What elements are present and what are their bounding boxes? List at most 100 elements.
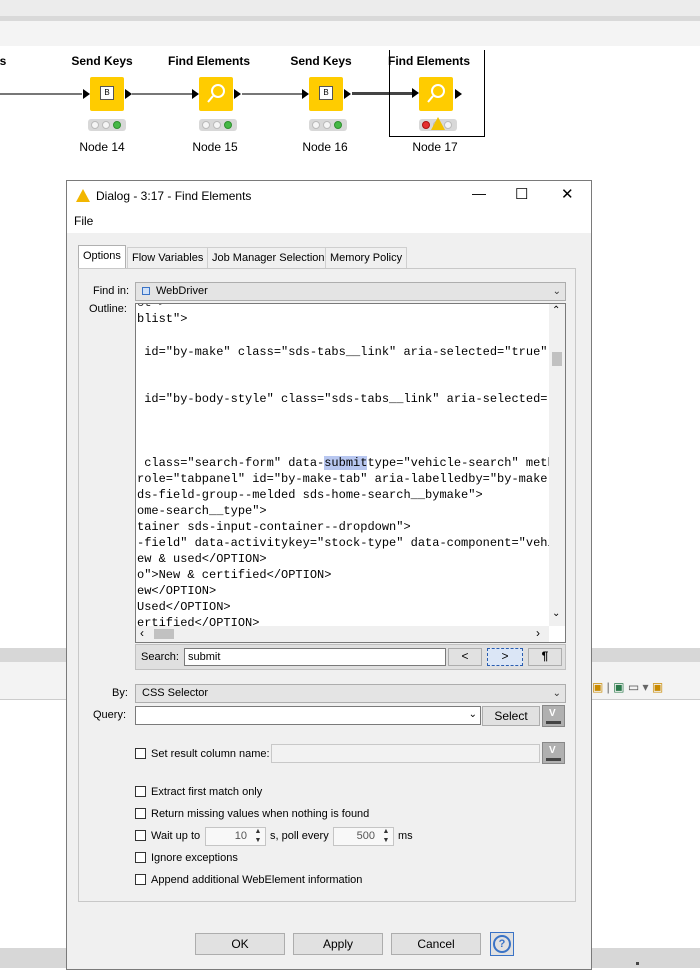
by-label: By:: [112, 687, 128, 699]
flow-variable-icon: V: [549, 708, 556, 719]
scroll-thumb[interactable]: [552, 352, 562, 366]
input-port: [83, 89, 90, 99]
search-input[interactable]: submit: [184, 648, 446, 666]
scroll-left-icon[interactable]: ‹: [140, 626, 144, 640]
wait-seconds-spinner[interactable]: 10 ▲ ▼: [205, 827, 266, 846]
outline-line: blist">: [137, 312, 188, 326]
input-port: [412, 88, 419, 98]
extract-first-label: Extract first match only: [151, 786, 263, 798]
output-port: [455, 89, 462, 99]
search-label: Search:: [141, 651, 179, 663]
tab-flow-variables[interactable]: Flow Variables: [127, 247, 209, 269]
connection-line: [0, 93, 82, 95]
outline-line: ew</OPTION>: [137, 584, 217, 598]
outline-line-search-match: class="search-form" data-submittype="veh…: [137, 456, 562, 470]
cancel-button[interactable]: Cancel: [391, 933, 481, 955]
by-dropdown[interactable]: CSS Selector ⌄: [135, 684, 566, 703]
scroll-right-icon[interactable]: ›: [536, 626, 540, 640]
outline-view[interactable]: ct-> blist"> id="by-make" class="sds-tab…: [135, 303, 566, 643]
outline-line: -field" data-activitykey="stock-type" da…: [137, 536, 562, 550]
outline-line: ome-search__type">: [137, 504, 267, 518]
append-info-checkbox[interactable]: [135, 874, 146, 885]
input-port: [302, 89, 309, 99]
outline-line: ds-field-group--melded sds-home-search__…: [137, 488, 483, 502]
ok-button[interactable]: OK: [195, 933, 285, 955]
return-missing-label: Return missing values when nothing is fo…: [151, 808, 370, 820]
tab-options[interactable]: Options: [78, 245, 126, 269]
find-elements-dialog: Dialog - 3:17 - Find Elements — ☐ ✕ File…: [66, 180, 592, 970]
scroll-down-icon[interactable]: ⌄: [552, 608, 560, 619]
editor-header-strip: [0, 21, 700, 46]
minimize-button[interactable]: —: [472, 185, 486, 201]
tab-memory-policy[interactable]: Memory Policy: [325, 247, 408, 269]
connection-line: [242, 93, 302, 95]
spin-down-icon[interactable]: ▼: [252, 837, 264, 845]
outline-line: ew & used</OPTION>: [137, 552, 267, 566]
query-input[interactable]: ⌄: [135, 706, 481, 725]
outline-line: Used</OPTION>: [137, 600, 231, 614]
node-label: Node 14: [79, 140, 125, 154]
outline-line: id="by-body-style" class="sds-tabs__link…: [137, 392, 562, 406]
wait-up-to-checkbox[interactable]: [135, 830, 146, 841]
vertical-scrollbar[interactable]: ⌃ ⌄: [549, 304, 565, 626]
flow-variable-button[interactable]: V: [542, 742, 565, 764]
outline-line: role="tabpanel" id="by-make-tab" aria-la…: [137, 472, 562, 486]
return-missing-checkbox[interactable]: [135, 808, 146, 819]
poll-ms-spinner[interactable]: 500 ▲ ▼: [333, 827, 394, 846]
resize-dot: [636, 962, 639, 965]
connection-line: [132, 93, 192, 95]
keyboard-icon: B: [90, 77, 124, 111]
toolbar-icons[interactable]: ▣ | ▣ ▭ ▾ ▣: [592, 680, 663, 694]
webdriver-icon: [142, 287, 150, 295]
outline-label: Outline:: [89, 303, 127, 315]
result-column-input[interactable]: [271, 744, 540, 763]
horizontal-scrollbar[interactable]: ‹ ›: [136, 626, 549, 642]
close-button[interactable]: ✕: [561, 185, 574, 203]
search-next-button[interactable]: >: [487, 648, 523, 666]
node-title: Find Elements: [167, 54, 250, 68]
wait-up-to-label: Wait up to: [151, 830, 201, 842]
append-info-label: Append additional WebElement information: [151, 874, 363, 886]
ignore-exceptions-checkbox[interactable]: [135, 852, 146, 863]
dialog-titlebar: Dialog - 3:17 - Find Elements — ☐ ✕: [67, 181, 591, 211]
find-elements-icon: [199, 77, 233, 111]
status-lights: [88, 119, 126, 131]
select-button[interactable]: Select: [482, 706, 540, 726]
help-button[interactable]: ?: [490, 932, 514, 956]
query-label: Query:: [93, 709, 127, 721]
node-title-partial: s: [0, 54, 7, 68]
ms-label: ms: [398, 830, 413, 842]
spin-up-icon[interactable]: ▲: [252, 828, 264, 836]
status-lights: [199, 119, 237, 131]
extract-first-checkbox[interactable]: [135, 786, 146, 797]
node-label: Node 17: [412, 140, 458, 154]
input-port: [192, 89, 199, 99]
editor-top-strip: [0, 0, 700, 16]
find-in-label: Find in:: [93, 285, 130, 297]
set-result-column-checkbox[interactable]: [135, 748, 146, 759]
menu-file[interactable]: File: [74, 214, 93, 228]
output-port: [344, 89, 351, 99]
outline-line: tainer sds-input-container--dropdown">: [137, 520, 411, 534]
keyboard-icon: B: [309, 77, 343, 111]
node-title: Find Elements: [387, 54, 470, 68]
output-port: [234, 89, 241, 99]
search-prev-button[interactable]: <: [448, 648, 482, 666]
scroll-up-icon[interactable]: ⌃: [552, 305, 560, 316]
dialog-title: Dialog - 3:17 - Find Elements: [96, 189, 252, 203]
output-port: [125, 89, 132, 99]
spin-up-icon[interactable]: ▲: [380, 828, 392, 836]
show-whitespace-button[interactable]: ¶: [528, 648, 562, 666]
scroll-thumb-horizontal[interactable]: [154, 629, 174, 639]
flow-variable-icon: V: [549, 745, 556, 756]
set-result-column-label: Set result column name:: [151, 748, 270, 760]
tab-job-manager-selection[interactable]: Job Manager Selection: [207, 247, 330, 269]
maximize-button[interactable]: ☐: [515, 185, 528, 203]
apply-button[interactable]: Apply: [293, 933, 383, 955]
flow-variable-button[interactable]: V: [542, 705, 565, 727]
node-title: Send Keys: [71, 54, 133, 68]
spin-down-icon[interactable]: ▼: [380, 837, 392, 845]
poll-label: s, poll every: [270, 830, 329, 842]
find-in-dropdown[interactable]: WebDriver ⌄: [135, 282, 566, 301]
node-label: Node 15: [192, 140, 238, 154]
